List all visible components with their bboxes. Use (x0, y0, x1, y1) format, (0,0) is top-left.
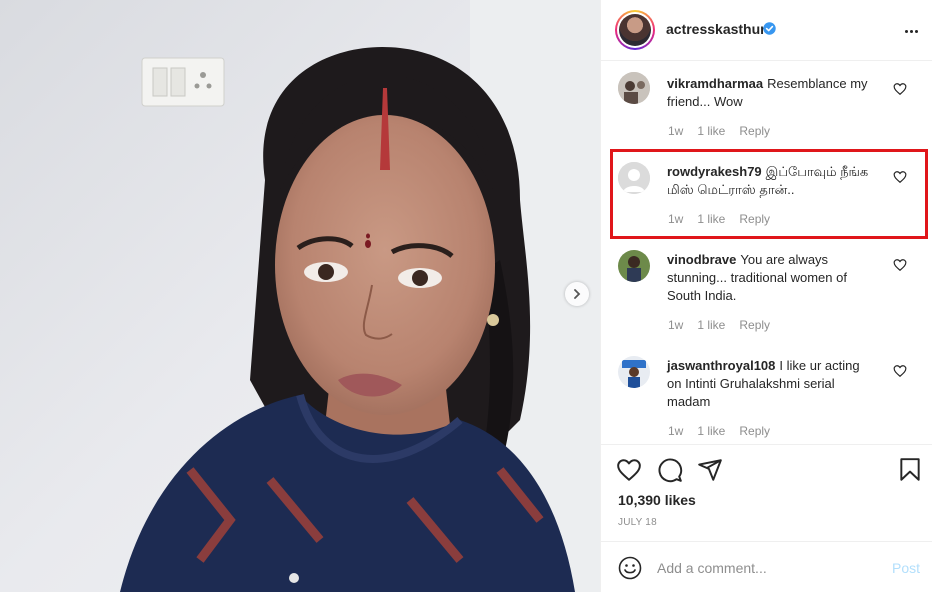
emoji-icon[interactable] (618, 556, 642, 580)
commenter-avatar[interactable] (618, 356, 650, 388)
comment-text: vinodbrave You are always stunning... tra… (667, 252, 847, 303)
post-side-panel: actresskasthuri vikramdharmaa Resemblance… (600, 0, 932, 592)
more-horizontal-icon (904, 29, 908, 33)
heart-icon[interactable] (616, 457, 642, 483)
portrait-image (0, 0, 600, 592)
comment-icon[interactable] (657, 457, 683, 483)
commenter-avatar[interactable] (618, 250, 650, 282)
bookmark-icon[interactable] (897, 457, 923, 483)
heart-icon[interactable] (893, 364, 907, 378)
post-date[interactable]: JULY 18 (618, 517, 657, 528)
highlight-box (610, 149, 928, 239)
post-username[interactable]: actresskasthuri (666, 21, 770, 37)
likes-count[interactable]: 10,390 likes (618, 492, 696, 508)
comment-time[interactable]: 1w (668, 318, 683, 332)
comment-time[interactable]: 1w (668, 124, 683, 138)
comment-meta: 1w 1 like Reply (668, 318, 784, 332)
comment-likes[interactable]: 1 like (697, 424, 725, 438)
share-icon[interactable] (697, 457, 723, 483)
comment-meta: 1w 1 like Reply (668, 424, 784, 438)
comment-username[interactable]: vinodbrave (667, 252, 736, 267)
profile-avatar[interactable] (615, 10, 655, 50)
post-comment-button[interactable]: Post (892, 560, 920, 576)
reply-button[interactable]: Reply (739, 424, 770, 438)
comment-likes[interactable]: 1 like (697, 124, 725, 138)
comment-username[interactable]: jaswanthroyal108 (667, 358, 775, 373)
comment-likes[interactable]: 1 like (697, 318, 725, 332)
post-actions: 10,390 likes JULY 18 (601, 444, 932, 540)
post-header: actresskasthuri (601, 0, 932, 61)
post-photo (0, 0, 600, 592)
reply-button[interactable]: Reply (739, 318, 770, 332)
next-photo-button[interactable] (565, 282, 589, 306)
comment-input[interactable] (657, 554, 877, 582)
add-comment-bar: Post (601, 541, 932, 592)
comment-text: vikramdharmaa Resemblance my friend... Wo… (667, 76, 868, 109)
more-options-button[interactable] (903, 23, 919, 39)
heart-icon[interactable] (893, 258, 907, 272)
heart-icon[interactable] (893, 82, 907, 96)
comment-meta: 1w 1 like Reply (668, 124, 784, 138)
comment-time[interactable]: 1w (668, 424, 683, 438)
comment-username[interactable]: vikramdharmaa (667, 76, 763, 91)
reply-button[interactable]: Reply (739, 124, 770, 138)
chevron-right-icon (574, 289, 581, 299)
comment-text: jaswanthroyal108 I like ur acting on Inti… (667, 358, 860, 409)
comments-list[interactable]: vikramdharmaa Resemblance my friend... Wo… (601, 62, 932, 444)
commenter-avatar[interactable] (618, 72, 650, 104)
verified-badge-icon (763, 22, 776, 35)
